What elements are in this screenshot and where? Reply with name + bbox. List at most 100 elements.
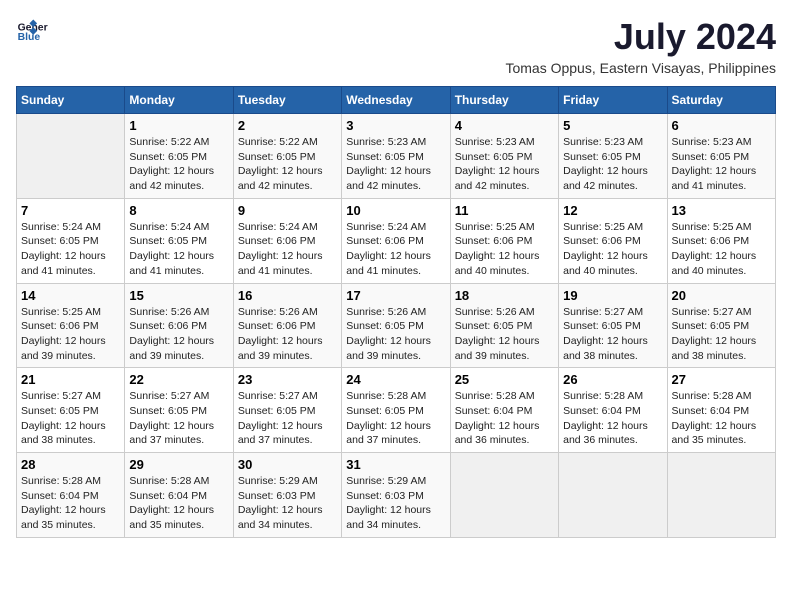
day-number: 12: [563, 203, 662, 218]
day-info: Sunrise: 5:26 AM Sunset: 6:05 PM Dayligh…: [455, 305, 554, 364]
day-info: Sunrise: 5:27 AM Sunset: 6:05 PM Dayligh…: [21, 389, 120, 448]
day-number: 2: [238, 118, 337, 133]
day-info: Sunrise: 5:22 AM Sunset: 6:05 PM Dayligh…: [238, 135, 337, 194]
calendar-cell: 1Sunrise: 5:22 AM Sunset: 6:05 PM Daylig…: [125, 114, 233, 199]
page-header: General Blue July 2024 Tomas Oppus, East…: [16, 16, 776, 76]
calendar-cell: 14 Sunrise: 5:25 AM Sunset: 6:06 PM Dayli…: [17, 283, 125, 368]
calendar-cell: 29Sunrise: 5:28 AM Sunset: 6:04 PM Dayli…: [125, 453, 233, 538]
calendar-cell: 26 Sunrise: 5:28 AM Sunset: 6:04 PM Dayli…: [559, 368, 667, 453]
day-number: 21: [21, 372, 120, 387]
calendar-week-row: 21 Sunrise: 5:27 AM Sunset: 6:05 PM Dayli…: [17, 368, 776, 453]
day-number: 27: [672, 372, 771, 387]
day-number: 28: [21, 457, 120, 472]
day-number: 31: [346, 457, 445, 472]
day-info: Sunrise: 5:28 AM Sunset: 6:04 PM Dayligh…: [455, 389, 554, 448]
calendar-cell: 30Sunrise: 5:29 AM Sunset: 6:03 PM Dayli…: [233, 453, 341, 538]
calendar-cell: 4 Sunrise: 5:23 AM Sunset: 6:05 PM Daylig…: [450, 114, 558, 199]
day-info: Sunrise: 5:27 AM Sunset: 6:05 PM Dayligh…: [563, 305, 662, 364]
day-number: 9: [238, 203, 337, 218]
day-info: Sunrise: 5:24 AM Sunset: 6:06 PM Dayligh…: [238, 220, 337, 279]
calendar-cell: 10 Sunrise: 5:24 AM Sunset: 6:06 PM Dayli…: [342, 198, 450, 283]
calendar-cell: 3Sunrise: 5:23 AM Sunset: 6:05 PM Daylig…: [342, 114, 450, 199]
calendar-cell: 22 Sunrise: 5:27 AM Sunset: 6:05 PM Dayli…: [125, 368, 233, 453]
title-area: July 2024 Tomas Oppus, Eastern Visayas, …: [505, 16, 776, 76]
day-number: 6: [672, 118, 771, 133]
calendar-cell: 20Sunrise: 5:27 AM Sunset: 6:05 PM Dayli…: [667, 283, 775, 368]
day-info: Sunrise: 5:24 AM Sunset: 6:06 PM Dayligh…: [346, 220, 445, 279]
day-info: Sunrise: 5:25 AM Sunset: 6:06 PM Dayligh…: [455, 220, 554, 279]
calendar-cell: 12 Sunrise: 5:25 AM Sunset: 6:06 PM Dayli…: [559, 198, 667, 283]
calendar-cell: 6 Sunrise: 5:23 AM Sunset: 6:05 PM Daylig…: [667, 114, 775, 199]
day-info: Sunrise: 5:28 AM Sunset: 6:04 PM Dayligh…: [563, 389, 662, 448]
calendar-week-row: 28 Sunrise: 5:28 AM Sunset: 6:04 PM Dayli…: [17, 453, 776, 538]
logo-icon: General Blue: [16, 16, 48, 48]
day-info: Sunrise: 5:27 AM Sunset: 6:05 PM Dayligh…: [129, 389, 228, 448]
day-number: 7: [21, 203, 120, 218]
calendar-cell: 25 Sunrise: 5:28 AM Sunset: 6:04 PM Dayli…: [450, 368, 558, 453]
day-info: Sunrise: 5:25 AM Sunset: 6:06 PM Dayligh…: [563, 220, 662, 279]
calendar-cell: 23Sunrise: 5:27 AM Sunset: 6:05 PM Dayli…: [233, 368, 341, 453]
day-number: 13: [672, 203, 771, 218]
calendar-cell: 13 Sunrise: 5:25 AM Sunset: 6:06 PM Dayli…: [667, 198, 775, 283]
calendar-cell: 9 Sunrise: 5:24 AM Sunset: 6:06 PM Daylig…: [233, 198, 341, 283]
calendar-cell: 11 Sunrise: 5:25 AM Sunset: 6:06 PM Dayli…: [450, 198, 558, 283]
calendar-day-header: Thursday: [450, 87, 558, 114]
day-info: Sunrise: 5:28 AM Sunset: 6:04 PM Dayligh…: [21, 474, 120, 533]
svg-text:Blue: Blue: [18, 32, 41, 43]
day-number: 16: [238, 288, 337, 303]
calendar-cell: 17Sunrise: 5:26 AM Sunset: 6:05 PM Dayli…: [342, 283, 450, 368]
day-number: 25: [455, 372, 554, 387]
logo: General Blue: [16, 16, 48, 48]
calendar-cell: 24Sunrise: 5:28 AM Sunset: 6:05 PM Dayli…: [342, 368, 450, 453]
day-info: Sunrise: 5:28 AM Sunset: 6:04 PM Dayligh…: [672, 389, 771, 448]
day-number: 8: [129, 203, 228, 218]
day-number: 19: [563, 288, 662, 303]
calendar-week-row: 14 Sunrise: 5:25 AM Sunset: 6:06 PM Dayli…: [17, 283, 776, 368]
calendar-cell: 27 Sunrise: 5:28 AM Sunset: 6:04 PM Dayli…: [667, 368, 775, 453]
day-info: Sunrise: 5:25 AM Sunset: 6:06 PM Dayligh…: [672, 220, 771, 279]
calendar-day-header: Monday: [125, 87, 233, 114]
day-number: 1: [129, 118, 228, 133]
day-number: 4: [455, 118, 554, 133]
day-info: Sunrise: 5:27 AM Sunset: 6:05 PM Dayligh…: [672, 305, 771, 364]
day-info: Sunrise: 5:26 AM Sunset: 6:06 PM Dayligh…: [129, 305, 228, 364]
day-info: Sunrise: 5:23 AM Sunset: 6:05 PM Dayligh…: [672, 135, 771, 194]
calendar-cell: 7Sunrise: 5:24 AM Sunset: 6:05 PM Daylig…: [17, 198, 125, 283]
calendar-cell: [450, 453, 558, 538]
calendar-day-header: Saturday: [667, 87, 775, 114]
day-info: Sunrise: 5:29 AM Sunset: 6:03 PM Dayligh…: [346, 474, 445, 533]
day-number: 18: [455, 288, 554, 303]
day-number: 17: [346, 288, 445, 303]
calendar-week-row: 1 Sunrise: 5:22 AM Sunset: 6:05 PM Daylig…: [17, 114, 776, 199]
day-number: 14: [21, 288, 120, 303]
calendar-cell: 8 Sunrise: 5:24 AM Sunset: 6:05 PM Daylig…: [125, 198, 233, 283]
day-info: Sunrise: 5:24 AM Sunset: 6:05 PM Dayligh…: [129, 220, 228, 279]
day-number: 26: [563, 372, 662, 387]
calendar-cell: [667, 453, 775, 538]
page-subtitle: Tomas Oppus, Eastern Visayas, Philippine…: [505, 60, 776, 76]
calendar-day-header: Wednesday: [342, 87, 450, 114]
day-number: 5: [563, 118, 662, 133]
day-number: 22: [129, 372, 228, 387]
day-info: Sunrise: 5:23 AM Sunset: 6:05 PM Dayligh…: [346, 135, 445, 194]
day-number: 15: [129, 288, 228, 303]
calendar-table: SundayMondayTuesdayWednesdayThursdayFrid…: [16, 86, 776, 538]
calendar-cell: 28 Sunrise: 5:28 AM Sunset: 6:04 PM Dayli…: [17, 453, 125, 538]
day-info: Sunrise: 5:23 AM Sunset: 6:05 PM Dayligh…: [563, 135, 662, 194]
day-number: 10: [346, 203, 445, 218]
day-info: Sunrise: 5:23 AM Sunset: 6:05 PM Dayligh…: [455, 135, 554, 194]
day-number: 11: [455, 203, 554, 218]
calendar-cell: 2 Sunrise: 5:22 AM Sunset: 6:05 PM Daylig…: [233, 114, 341, 199]
day-number: 30: [238, 457, 337, 472]
day-info: Sunrise: 5:25 AM Sunset: 6:06 PM Dayligh…: [21, 305, 120, 364]
day-number: 29: [129, 457, 228, 472]
calendar-cell: 15 Sunrise: 5:26 AM Sunset: 6:06 PM Dayli…: [125, 283, 233, 368]
calendar-cell: 5 Sunrise: 5:23 AM Sunset: 6:05 PM Daylig…: [559, 114, 667, 199]
calendar-cell: [17, 114, 125, 199]
page-title: July 2024: [505, 16, 776, 58]
calendar-day-header: Sunday: [17, 87, 125, 114]
day-info: Sunrise: 5:27 AM Sunset: 6:05 PM Dayligh…: [238, 389, 337, 448]
calendar-cell: 16Sunrise: 5:26 AM Sunset: 6:06 PM Dayli…: [233, 283, 341, 368]
calendar-cell: 19 Sunrise: 5:27 AM Sunset: 6:05 PM Dayli…: [559, 283, 667, 368]
calendar-cell: 31 Sunrise: 5:29 AM Sunset: 6:03 PM Dayli…: [342, 453, 450, 538]
